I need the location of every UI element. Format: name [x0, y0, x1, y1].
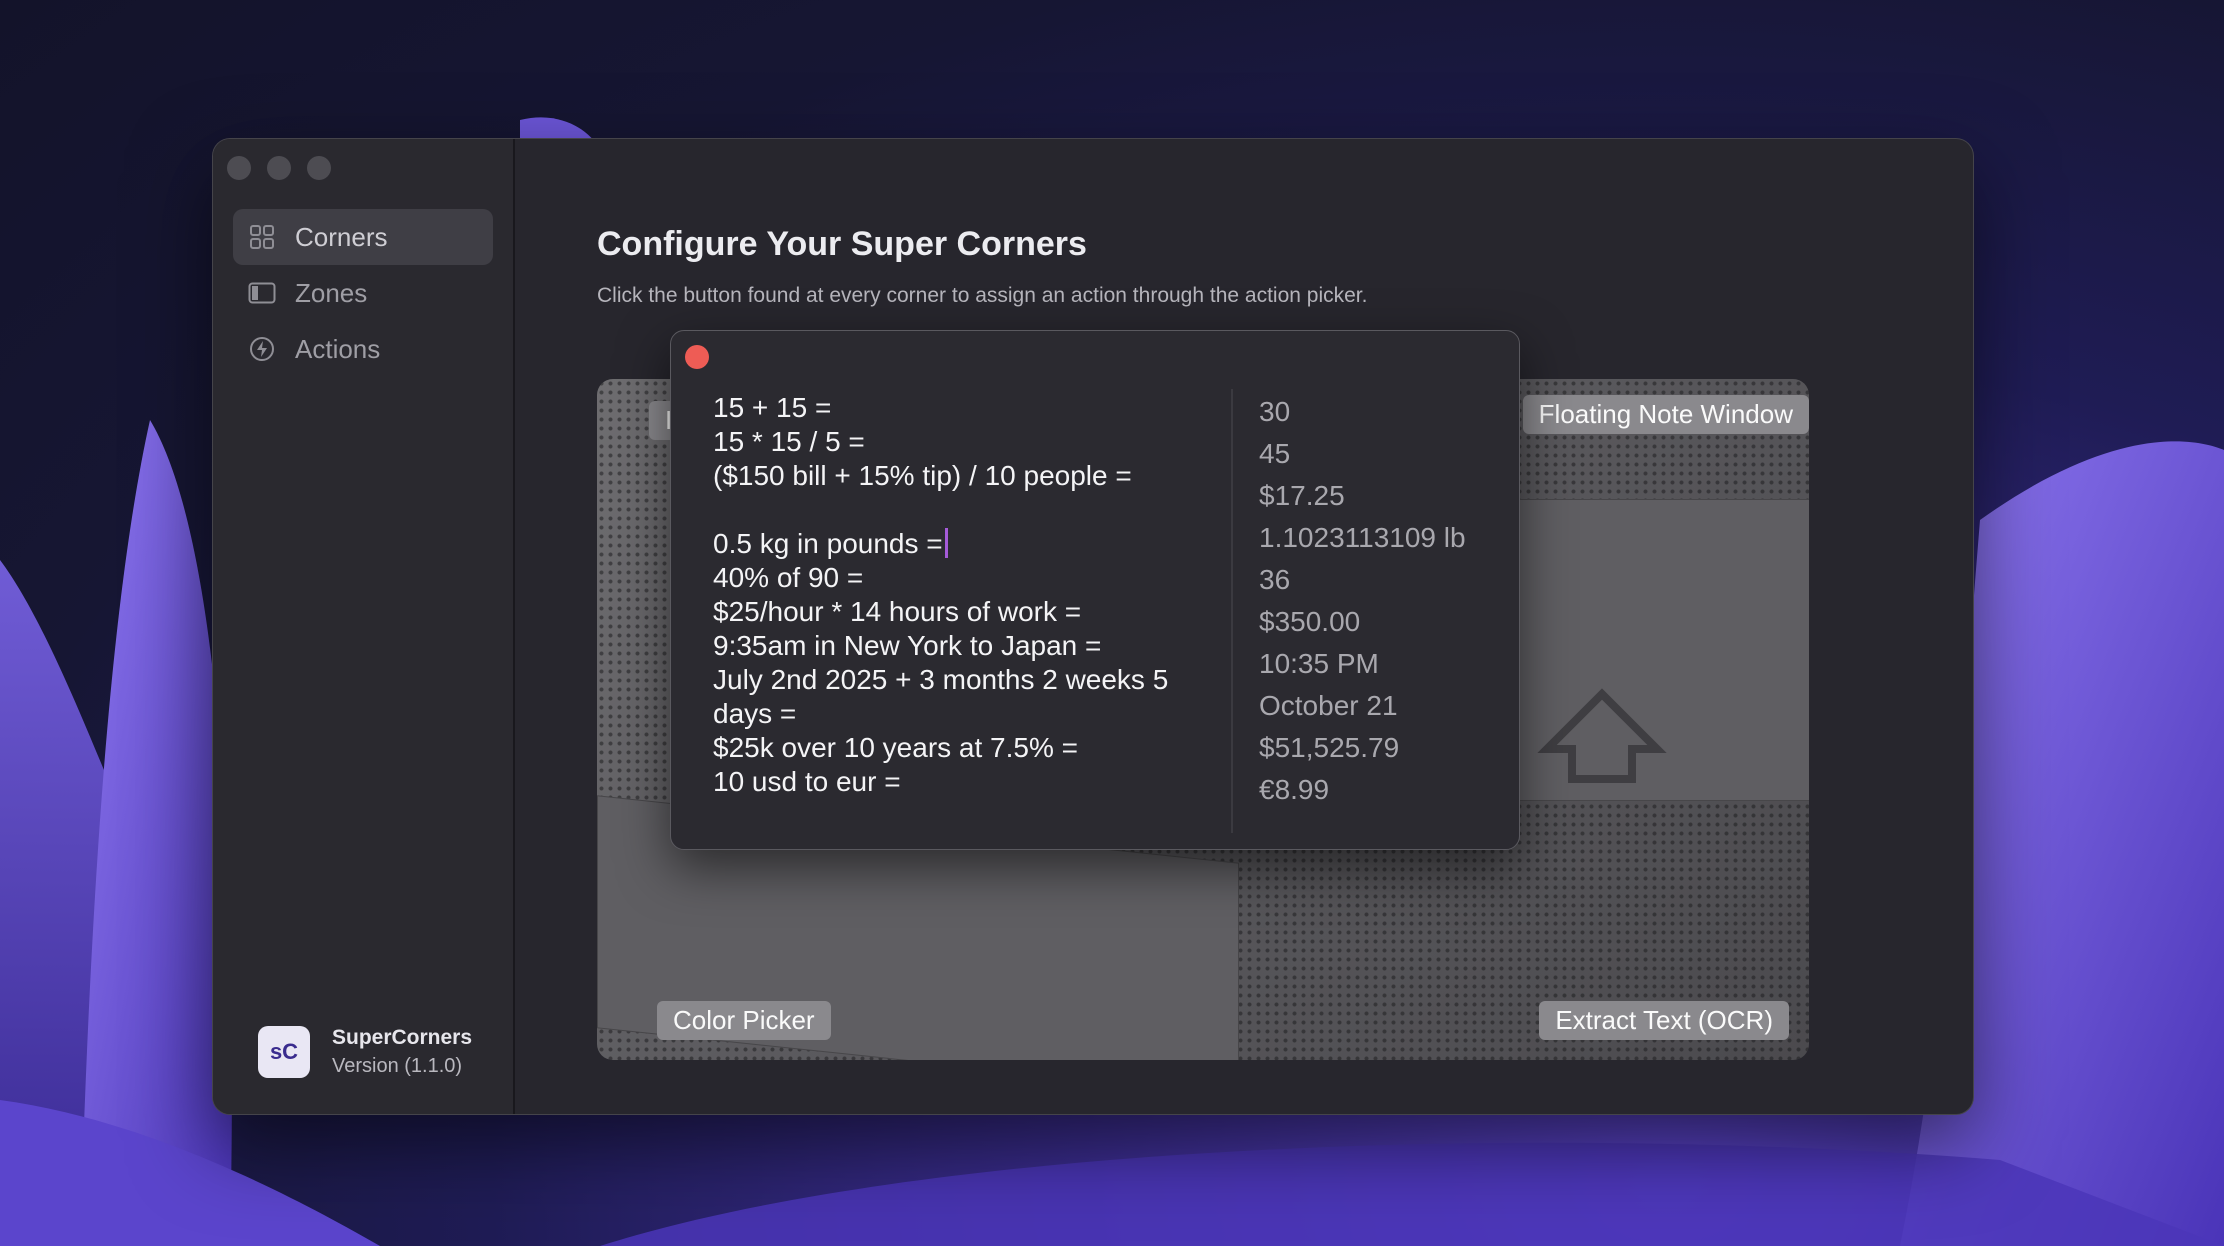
result-value: October 21	[1259, 690, 1398, 721]
result-value: 1.1023113109 lb	[1259, 522, 1466, 553]
corner-bottom-right-button[interactable]: Extract Text (OCR)	[1539, 1001, 1789, 1040]
result-value: $350.00	[1259, 606, 1361, 637]
sidebar: Corners Zones Actions sC SuperCorners Ve…	[213, 139, 515, 1114]
corner-bottom-left-button[interactable]: Color Picker	[657, 1001, 831, 1040]
app-version: Version (1.1.0)	[332, 1055, 463, 1077]
sidebar-panel-icon	[247, 278, 277, 308]
note-divider	[1231, 389, 1233, 833]
result-value: 10:35 PM	[1259, 648, 1379, 679]
app-logo: sC	[258, 1026, 310, 1078]
result-value: 30	[1259, 396, 1291, 427]
floating-note-window[interactable]: 15 + 15 = 15 * 15 / 5 = ($150 bill + 15%…	[670, 330, 1520, 850]
sidebar-item-zones[interactable]: Zones	[233, 265, 493, 321]
expression-line: 15 + 15 =	[713, 392, 832, 423]
expression-line: $25k over 10 years at 7.5% =	[713, 732, 1078, 763]
app-info: sC SuperCorners Version (1.1.0)	[258, 1026, 472, 1078]
result-value: $17.25	[1259, 480, 1345, 511]
result-value: €8.99	[1259, 774, 1330, 805]
expression-line: 9:35am in New York to Japan =	[713, 630, 1102, 661]
expression-line: $25/hour * 14 hours of work =	[713, 596, 1082, 627]
note-expressions[interactable]: 15 + 15 = 15 * 15 / 5 = ($150 bill + 15%…	[713, 391, 1213, 799]
sidebar-item-actions[interactable]: Actions	[233, 321, 493, 377]
text-caret	[944, 528, 948, 558]
note-results: 30 45 $17.25 1.1023113109 lb 36 $350.00 …	[1259, 391, 1466, 811]
close-note-button[interactable]	[685, 345, 709, 369]
window-controls	[227, 156, 331, 180]
minimize-window-button[interactable]	[267, 156, 291, 180]
expression-line: days =	[713, 698, 797, 729]
zoom-window-button[interactable]	[307, 156, 331, 180]
sidebar-item-corners[interactable]: Corners	[233, 209, 493, 265]
close-window-button[interactable]	[227, 156, 251, 180]
sidebar-item-label: Corners	[295, 221, 388, 252]
corner-top-right-button[interactable]: Floating Note Window	[1522, 395, 1809, 434]
expression-line	[713, 493, 1213, 527]
bolt-icon	[247, 334, 277, 364]
app-name: SuperCorners	[332, 1026, 473, 1049]
expression-line: 10 usd to eur =	[713, 766, 901, 797]
grid-icon	[247, 222, 277, 252]
sidebar-item-label: Actions	[295, 333, 381, 364]
expression-line: July 2nd 2025 + 3 months 2 weeks 5	[713, 664, 1169, 695]
expression-line-active: 0.5 kg in pounds =	[713, 527, 1213, 561]
page-title: Configure Your Super Corners	[597, 225, 1087, 263]
result-value: $51,525.79	[1259, 732, 1400, 763]
result-value: 45	[1259, 438, 1291, 469]
expression-line: 15 * 15 / 5 =	[713, 426, 865, 457]
expression-line: 40% of 90 =	[713, 562, 864, 593]
preview-arrow-shape	[1537, 688, 1667, 783]
expression-line: ($150 bill + 15% tip) / 10 people =	[713, 460, 1132, 491]
result-value: 36	[1259, 564, 1291, 595]
page-subtitle: Click the button found at every corner t…	[597, 284, 1368, 307]
sidebar-item-label: Zones	[295, 277, 368, 308]
